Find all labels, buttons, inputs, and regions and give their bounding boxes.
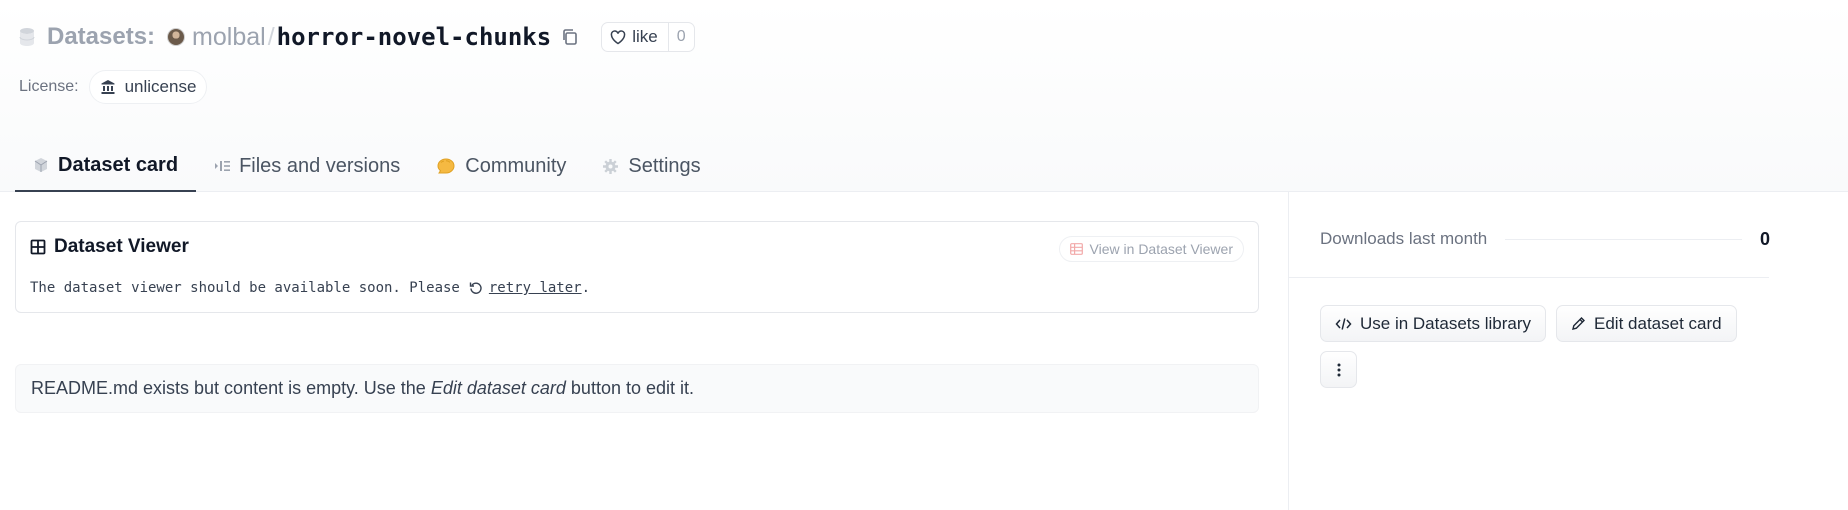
edit-dataset-card-button[interactable]: Edit dataset card [1556,305,1737,342]
avatar[interactable] [167,28,186,46]
readme-text-before: README.md exists but content is empty. U… [31,378,431,398]
tab-label: Settings [628,154,701,177]
more-vertical-icon [1337,363,1340,376]
table-icon [30,239,46,255]
tab-files-and-versions[interactable]: Files and versions [196,140,418,192]
dataset-viewer-title: Dataset Viewer [30,236,189,258]
repo-tabs: Dataset card Files and versions Communit… [15,140,719,192]
repo-header: Datasets: molbal / horror-novel-chunks l… [0,0,1848,192]
gear-icon [603,158,619,174]
table-icon [1069,243,1083,255]
dataset-viewer-card: Dataset Viewer View in Dataset Viewer Th… [15,221,1259,313]
license-label: License: [19,78,79,95]
license-row: License: unlicense [19,70,208,104]
heart-icon [610,29,626,44]
downloads-value: 0 [1759,228,1770,249]
readme-emphasis: Edit dataset card [430,378,566,398]
downloads-label: Downloads last month [1320,229,1488,248]
viewer-title-text: Dataset Viewer [54,236,189,257]
files-icon [215,161,231,171]
code-icon [1335,317,1352,330]
downloads-divider [1505,238,1742,240]
repo-name[interactable]: horror-novel-chunks [277,23,552,51]
view-in-dataset-viewer-link[interactable]: View in Dataset Viewer [1058,236,1244,262]
tab-settings[interactable]: Settings [584,140,718,192]
title-row: Datasets: molbal / horror-novel-chunks l… [19,20,695,54]
breadcrumb-datasets[interactable]: Datasets: [47,23,155,51]
like-count[interactable]: 0 [669,23,694,51]
tab-dataset-card[interactable]: Dataset card [15,140,197,192]
viewer-message-text: The dataset viewer should be available s… [30,280,460,296]
breadcrumb-separator: / [267,22,275,51]
tab-label: Community [465,154,567,177]
pencil-icon [1572,317,1586,330]
readme-text-after: button to edit it. [565,378,695,398]
like-toggle[interactable]: like [602,23,669,51]
cube-icon [34,158,48,172]
edit-card-label: Edit dataset card [1594,313,1722,333]
sidebar: Downloads last month 0 Use in Datasets l… [1288,192,1848,510]
sidebar-actions: Use in Datasets library Edit dataset car… [1320,305,1747,342]
downloads-stat: Downloads last month 0 [1320,228,1770,250]
viewer-message-suffix: . [581,280,591,296]
use-library-label: Use in Datasets library [1360,313,1532,333]
database-icon [19,28,35,46]
like-button[interactable]: like 0 [601,22,695,52]
more-options-button[interactable] [1320,351,1357,388]
community-icon [437,158,455,174]
refresh-icon [469,282,482,294]
tab-label: Dataset card [58,153,179,176]
viewer-link-label: View in Dataset Viewer [1089,241,1233,257]
institution-icon [101,80,115,94]
sidebar-divider [1289,277,1769,278]
copy-icon[interactable] [561,28,579,46]
license-tag[interactable]: unlicense [88,70,208,104]
viewer-status-message: The dataset viewer should be available s… [30,280,590,296]
tab-label: Files and versions [239,154,401,177]
like-label: like [632,27,658,46]
license-value: unlicense [124,77,197,96]
use-in-datasets-library-button[interactable]: Use in Datasets library [1320,305,1547,342]
tab-community[interactable]: Community [418,140,584,192]
breadcrumb-user[interactable]: molbal [192,23,266,52]
readme-empty-notice: README.md exists but content is empty. U… [15,364,1259,413]
retry-link[interactable]: retry later [489,280,582,296]
